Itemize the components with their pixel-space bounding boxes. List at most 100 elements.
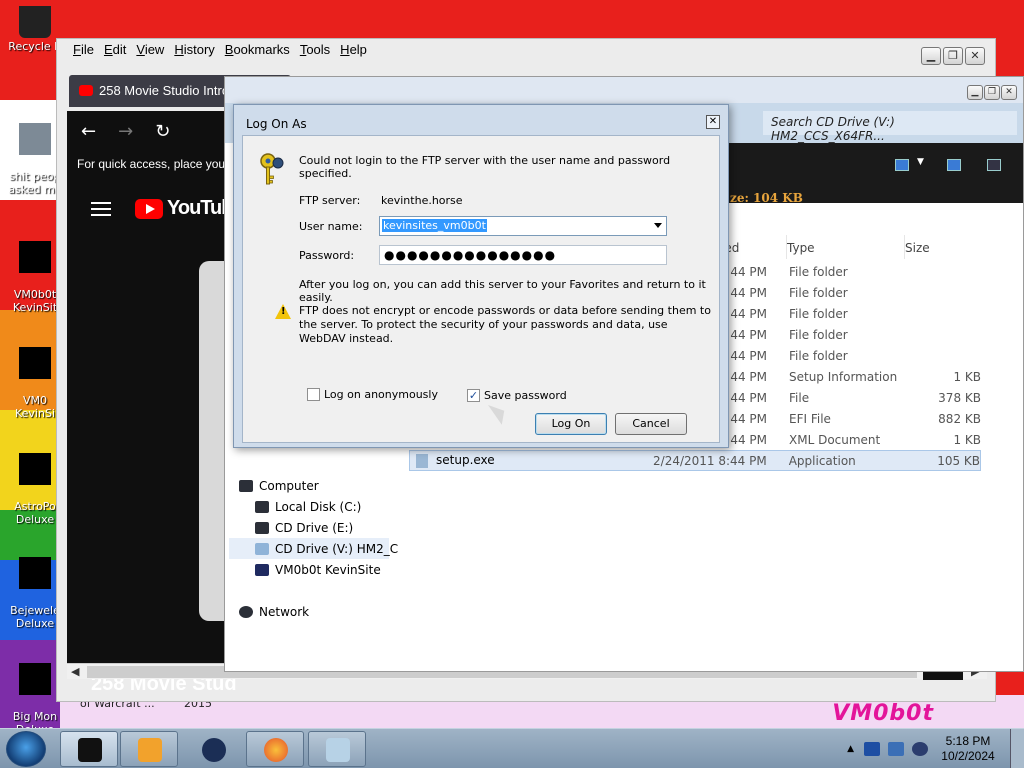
close-button[interactable]: ✕ — [965, 47, 985, 65]
clock-date: 10/2/2024 — [941, 749, 995, 763]
chevron-down-icon[interactable] — [654, 223, 662, 228]
details-size: ze: 104 KB — [730, 191, 803, 205]
tree-item-cd-drive-e[interactable]: CD Drive (E:) — [239, 517, 409, 538]
search-input[interactable]: Search CD Drive (V:) HM2_CCS_X64FR... — [763, 111, 1017, 143]
firefox-menubar: File Edit View History Bookmarks Tools H… — [57, 39, 995, 63]
youtube-play-icon — [135, 198, 163, 219]
save-password-checkbox[interactable]: ✓ Save password — [467, 389, 567, 402]
maximize-button[interactable]: ❐ — [984, 85, 1000, 100]
column-size[interactable]: Size — [905, 235, 985, 259]
wallpaper-top — [0, 0, 1024, 40]
vm0b0t-watermark: VM0b0t — [832, 701, 934, 726]
network-icon[interactable] — [888, 742, 904, 756]
tree-item-local-disk[interactable]: Local Disk (C:) — [239, 496, 409, 517]
cd-drive-icon — [255, 542, 269, 555]
taskbar: ▲ 5:18 PM 10/2/2024 — [0, 728, 1024, 768]
taskbar-item-media[interactable] — [120, 731, 178, 767]
key-icon — [260, 153, 284, 185]
warning-text: FTP does not encrypt or encode passwords… — [299, 304, 711, 345]
chevron-down-icon[interactable]: ▼ — [917, 157, 924, 167]
menu-edit[interactable]: Edit — [104, 42, 126, 63]
log-on-as-dialog: Log On As ✕ Could not login to the FTP s… — [233, 104, 729, 448]
youtube-favicon-icon — [79, 85, 93, 96]
vm-app-icon — [78, 738, 102, 762]
folder-icon — [19, 123, 51, 155]
minimize-button[interactable]: ▁ — [967, 85, 983, 100]
explorer-titlebar: ▁ ❐ ✕ — [225, 77, 1023, 103]
checkbox-unchecked-icon[interactable] — [307, 388, 320, 401]
preview-pane-icon[interactable] — [947, 159, 961, 171]
close-icon[interactable]: ✕ — [706, 115, 720, 129]
user-name-value: kevinsites_vm0b0t — [382, 219, 487, 232]
tree-item-vm0b0t-kevinsite[interactable]: VM0b0t KevinSite — [239, 559, 409, 580]
scroll-left-icon[interactable]: ◀ — [71, 665, 79, 678]
checkbox-checked-icon[interactable]: ✓ — [467, 389, 480, 402]
view-options-icon[interactable] — [895, 159, 909, 171]
dialog-title: Log On As — [246, 117, 307, 131]
column-headers: ied Type Size — [721, 235, 1023, 259]
table-row-setup-exe[interactable]: setup.exe 2/24/2011 8:44 PM Application … — [409, 450, 981, 471]
navigation-pane: Computer Local Disk (C:) CD Drive (E:) C… — [229, 475, 409, 622]
youtube-header: YouTube — [91, 197, 244, 220]
info-text: After you log on, you can add this serve… — [299, 278, 706, 304]
tab-title: 258 Movie Studio Intros — [99, 83, 236, 98]
close-button[interactable]: ✕ — [1001, 85, 1017, 100]
network-icon — [239, 605, 253, 618]
start-button[interactable] — [6, 731, 46, 767]
explorer-icon — [326, 738, 350, 762]
firefox-icon — [264, 738, 288, 762]
show-desktop-button[interactable] — [1010, 729, 1024, 768]
ftp-server-value: kevinthe.horse — [381, 194, 463, 207]
column-date-modified[interactable]: ied — [721, 235, 787, 259]
globe-icon — [202, 738, 226, 762]
cd-drive-icon — [255, 521, 269, 534]
column-type[interactable]: Type — [787, 235, 905, 259]
hamburger-menu-icon[interactable] — [91, 198, 111, 220]
tray-expand-icon[interactable]: ▲ — [847, 744, 854, 754]
app-icon — [19, 347, 51, 379]
menu-history[interactable]: History — [174, 42, 214, 63]
cancel-button[interactable]: Cancel — [615, 413, 687, 435]
password-field[interactable]: ●●●●●●●●●●●●●●● — [379, 245, 667, 265]
user-name-combobox[interactable]: kevinsites_vm0b0t — [379, 216, 667, 236]
tree-item-cd-drive-v[interactable]: CD Drive (V:) HM2_C — [229, 538, 398, 559]
minimize-button[interactable]: ▁ — [921, 47, 941, 65]
maximize-button[interactable]: ❐ — [943, 47, 963, 65]
log-on-button[interactable]: Log On — [535, 413, 607, 435]
hard-drive-icon — [255, 500, 269, 513]
taskbar-item-vm[interactable] — [60, 731, 118, 767]
warning-icon — [275, 304, 291, 319]
ftp-server-label: FTP server: — [299, 194, 361, 207]
menu-view[interactable]: View — [136, 42, 164, 63]
back-arrow-icon[interactable]: ← — [81, 121, 96, 142]
log-on-anonymously-checkbox[interactable]: Log on anonymously — [307, 388, 438, 401]
computer-icon — [239, 479, 253, 492]
application-icon — [416, 453, 428, 468]
forward-arrow-icon[interactable]: → — [118, 121, 133, 142]
reload-icon[interactable]: ↻ — [155, 121, 170, 142]
password-label: Password: — [299, 249, 355, 262]
help-icon[interactable] — [987, 159, 1001, 171]
tree-item-computer[interactable]: Computer — [239, 475, 409, 496]
tree-item-network[interactable]: Network — [239, 601, 409, 622]
menu-help[interactable]: Help — [340, 42, 367, 63]
clock-time: 5:18 PM — [945, 734, 991, 748]
user-name-label: User name: — [299, 220, 363, 233]
firefox-window-controls: ▁ ❐ ✕ — [921, 47, 985, 65]
dialog-body: Could not login to the FTP server with t… — [242, 135, 720, 443]
clock[interactable]: 5:18 PM 10/2/2024 — [936, 734, 1000, 764]
recycle-bin-icon — [19, 6, 51, 38]
media-player-icon — [138, 738, 162, 762]
game-icon — [19, 557, 51, 589]
game-icon — [19, 453, 51, 485]
taskbar-item-firefox[interactable] — [246, 731, 304, 767]
volume-icon[interactable] — [912, 742, 928, 756]
app-icon — [19, 241, 51, 273]
menu-file[interactable]: File — [73, 42, 94, 63]
menu-bookmarks[interactable]: Bookmarks — [225, 42, 290, 63]
taskbar-item-globe[interactable] — [184, 731, 242, 767]
network-drive-icon — [255, 563, 269, 576]
tray-app-icon[interactable] — [864, 742, 880, 756]
menu-tools[interactable]: Tools — [300, 42, 330, 63]
taskbar-item-explorer[interactable] — [308, 731, 366, 767]
